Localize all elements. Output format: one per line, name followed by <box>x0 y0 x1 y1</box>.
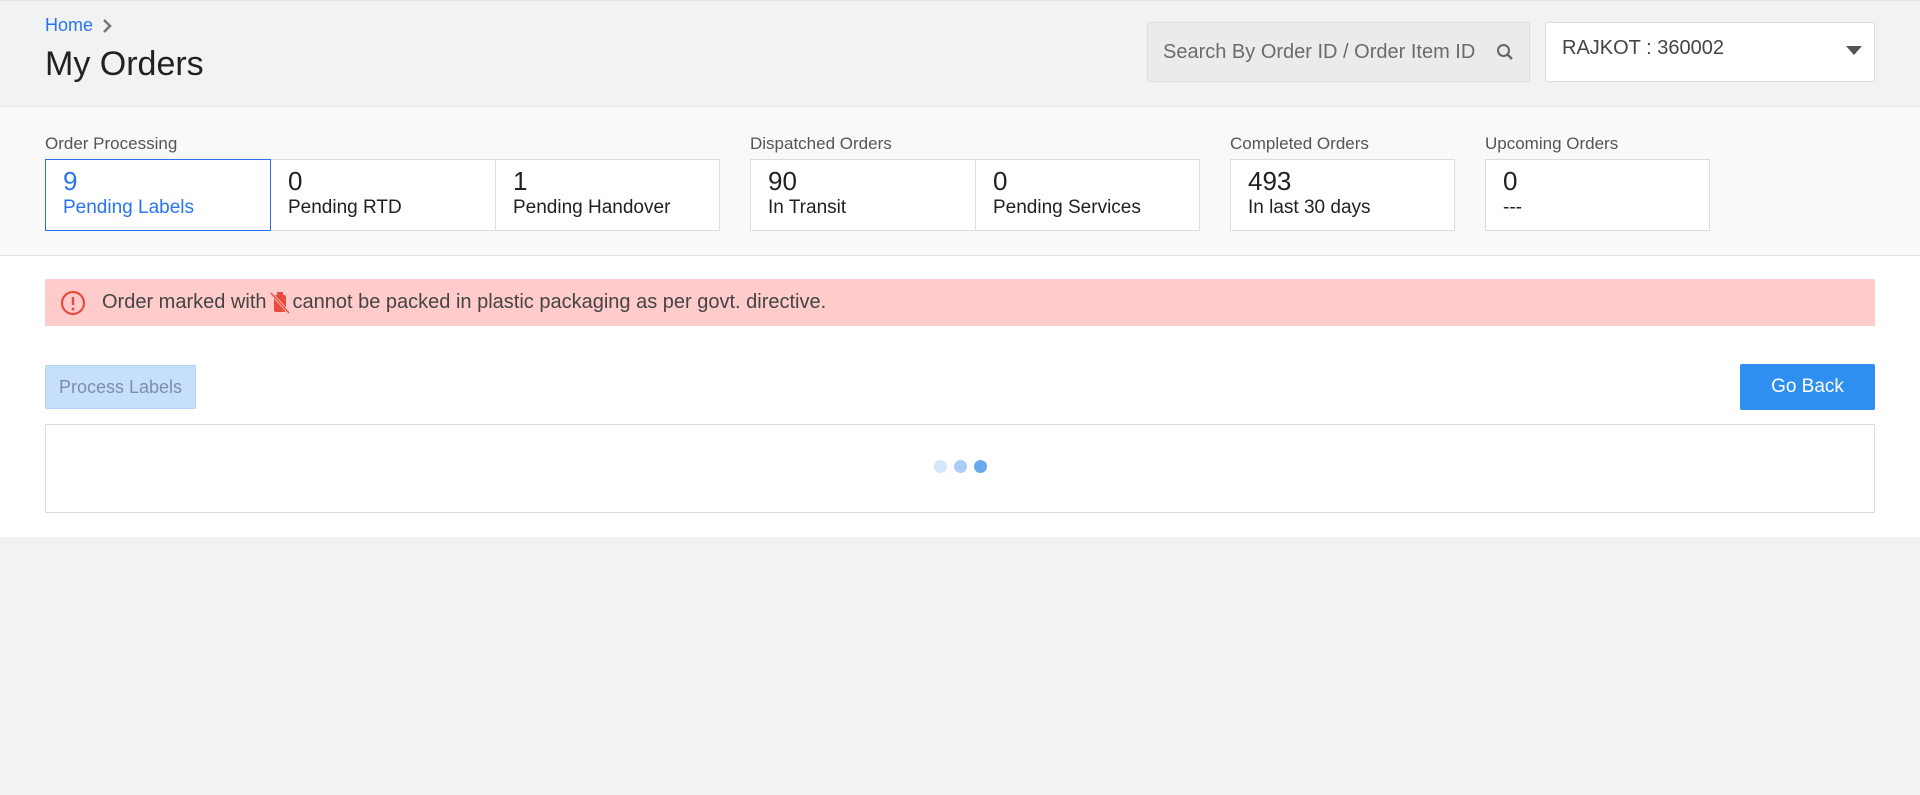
loading-dot <box>974 460 987 473</box>
orders-table-panel <box>45 424 1875 513</box>
alert-text-after: cannot be packed in plastic packaging as… <box>292 291 827 313</box>
card-count: 0 <box>288 166 303 196</box>
go-back-button[interactable]: Go Back <box>1740 364 1875 410</box>
card-count: 90 <box>768 166 797 196</box>
card-label: --- <box>1503 197 1522 218</box>
caret-down-icon <box>1846 46 1862 55</box>
group-label-order-processing: Order Processing <box>45 134 178 153</box>
card-label: Pending Handover <box>513 197 671 218</box>
alert-text-before: Order marked with <box>102 291 267 313</box>
card-count: 9 <box>63 166 78 196</box>
card-label: Pending RTD <box>288 197 402 218</box>
loading-indicator <box>934 460 987 473</box>
card-pending-handover[interactable]: 1 Pending Handover <box>495 159 720 231</box>
card-label: In Transit <box>768 197 847 218</box>
location-select[interactable]: RAJKOT : 360002 <box>1545 22 1875 82</box>
exclamation-circle-icon <box>60 290 86 316</box>
card-count: 1 <box>513 166 528 196</box>
group-label-completed: Completed Orders <box>1230 134 1369 153</box>
card-in-transit[interactable]: 90 In Transit <box>750 159 976 231</box>
order-search <box>1147 22 1530 82</box>
process-labels-button[interactable]: Process Labels <box>45 365 196 409</box>
card-pending-services[interactable]: 0 Pending Services <box>976 159 1200 231</box>
card-label: In last 30 days <box>1248 197 1371 218</box>
loading-dot <box>934 460 947 473</box>
card-count: 493 <box>1248 166 1292 196</box>
plastic-packaging-alert: Order marked with cannot be packed in pl… <box>45 279 1875 326</box>
search-icon[interactable] <box>1496 43 1514 61</box>
location-value: RAJKOT : 360002 <box>1562 37 1724 59</box>
search-input[interactable] <box>1163 40 1486 64</box>
breadcrumb-home-link[interactable]: Home <box>45 15 93 36</box>
group-label-dispatched: Dispatched Orders <box>750 134 892 153</box>
page-header: Home My Orders RAJKOT : 360002 <box>0 0 1920 106</box>
breadcrumb: Home <box>45 15 112 36</box>
card-label: Pending Services <box>993 197 1141 218</box>
card-count: 0 <box>1503 166 1518 196</box>
group-label-upcoming: Upcoming Orders <box>1485 134 1619 153</box>
card-count: 0 <box>993 166 1008 196</box>
main-content: Order marked with cannot be packed in pl… <box>0 256 1920 537</box>
card-completed-30-days[interactable]: 493 In last 30 days <box>1230 159 1455 231</box>
chevron-right-icon <box>102 18 112 34</box>
no-plastic-icon <box>269 291 291 315</box>
loading-dot <box>954 460 967 473</box>
card-upcoming[interactable]: 0 --- <box>1485 159 1710 231</box>
order-stats: Order Processing 9 Pending Labels 0 Pend… <box>0 106 1920 256</box>
card-pending-labels[interactable]: 9 Pending Labels <box>45 159 271 231</box>
page-title: My Orders <box>45 45 204 83</box>
card-pending-rtd[interactable]: 0 Pending RTD <box>271 159 496 231</box>
card-label: Pending Labels <box>63 197 194 218</box>
